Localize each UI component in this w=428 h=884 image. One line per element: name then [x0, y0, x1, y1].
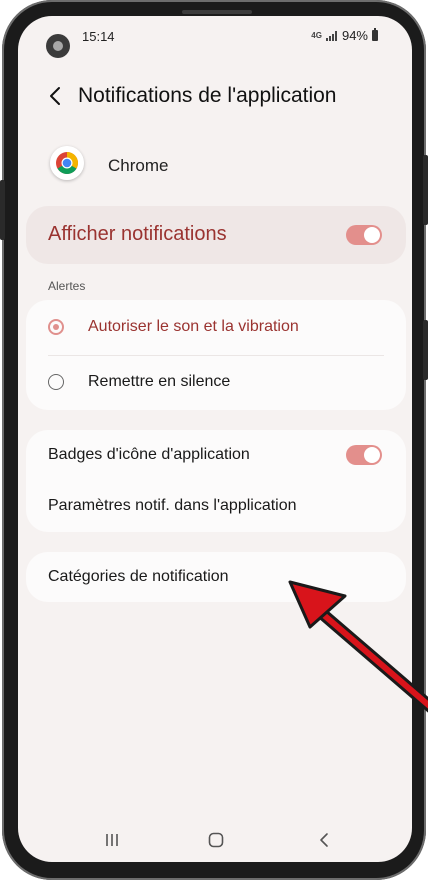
alerts-section-label: Alertes: [48, 279, 86, 293]
recent-apps-button[interactable]: [100, 830, 124, 850]
earpiece-speaker: [182, 10, 252, 14]
recent-apps-icon: [106, 834, 118, 846]
chrome-icon: [50, 146, 84, 180]
back-arrow-icon[interactable]: [46, 86, 66, 106]
show-notifications-toggle[interactable]: [346, 225, 382, 245]
power-button: [0, 180, 5, 240]
alerts-card: Autoriser le son et la vibration Remettr…: [26, 300, 406, 410]
page-title: Notifications de l'application: [78, 84, 337, 107]
alert-option-label: Remettre en silence: [88, 373, 231, 390]
notification-categories-label: Catégories de notification: [48, 568, 229, 585]
battery-icon: [372, 28, 378, 41]
battery-percent: 94%: [341, 28, 368, 43]
show-notifications-label: Afficher notifications: [48, 223, 227, 245]
app-icon-badges-label: Badges d'icône d'application: [48, 446, 250, 463]
show-notifications-row[interactable]: Afficher notifications: [26, 206, 406, 264]
signal-icon: [325, 30, 338, 41]
notification-categories-row[interactable]: Catégories de notification: [26, 552, 406, 602]
status-bar: 15:14 4G 94%: [18, 16, 412, 58]
app-icon-badges-toggle[interactable]: [346, 445, 382, 465]
alert-option-sound[interactable]: Autoriser le son et la vibration: [26, 300, 406, 355]
app-name: Chrome: [108, 156, 169, 175]
home-button[interactable]: [204, 830, 228, 850]
back-button[interactable]: [312, 830, 336, 850]
alert-option-silent[interactable]: Remettre en silence: [26, 355, 406, 410]
badges-card: Badges d'icône d'application Paramètres …: [26, 430, 406, 532]
alert-option-label: Autoriser le son et la vibration: [88, 318, 299, 335]
app-icon-badges-row[interactable]: Badges d'icône d'application: [26, 430, 406, 481]
in-app-settings-row[interactable]: Paramètres notif. dans l'application: [26, 481, 406, 532]
phone-frame: 15:14 4G 94% Notifications de l'applicat…: [0, 0, 428, 880]
radio-unselected-icon[interactable]: [48, 374, 64, 390]
volume-button: [423, 155, 428, 225]
page-header: Notifications de l'application: [18, 80, 412, 114]
navigation-bar: [18, 818, 412, 862]
radio-selected-icon[interactable]: [48, 319, 64, 335]
status-icons: 4G 94%: [311, 28, 378, 43]
back-icon: [320, 833, 328, 847]
front-camera: [46, 34, 70, 58]
app-row: Chrome: [18, 146, 412, 196]
screen: 15:14 4G 94% Notifications de l'applicat…: [18, 16, 412, 862]
in-app-settings-label: Paramètres notif. dans l'application: [48, 497, 297, 514]
network-type: 4G: [311, 30, 322, 40]
home-icon: [208, 832, 224, 848]
status-time: 15:14: [82, 29, 115, 44]
bixby-button: [423, 320, 428, 380]
